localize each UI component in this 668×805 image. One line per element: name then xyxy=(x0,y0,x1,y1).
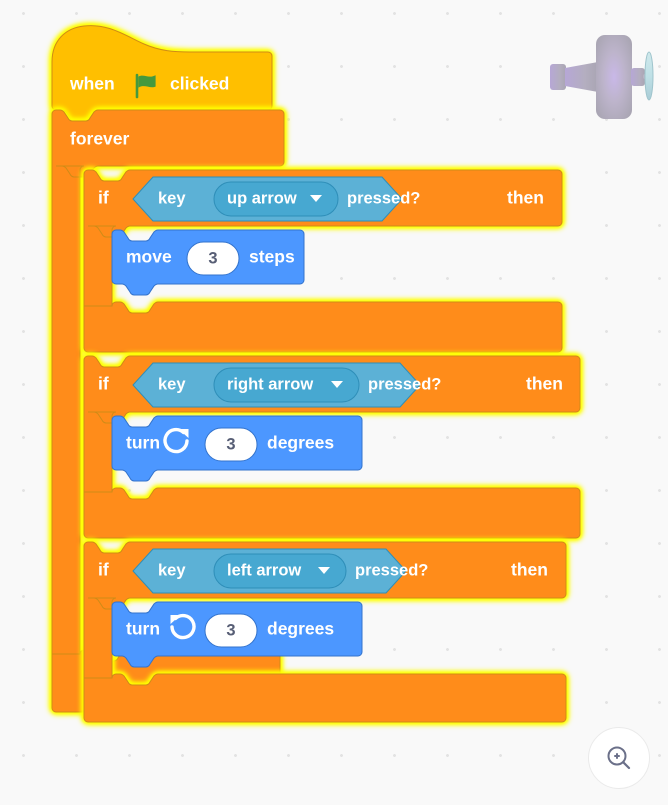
zoom-in-icon xyxy=(607,746,631,770)
turn-right-value: 3 xyxy=(226,435,235,453)
key-dropdown-2[interactable]: right arrow xyxy=(213,367,360,403)
then-label-2: then xyxy=(526,374,563,394)
then-label-1: then xyxy=(507,188,544,208)
turn-right-block[interactable]: turn 3 degrees xyxy=(111,415,363,482)
turn-right-text-before: turn xyxy=(126,433,160,453)
script-svg: when clicked forever if then key up arro… xyxy=(51,25,581,723)
key-dropdown-value-3: left arrow xyxy=(227,561,301,579)
airplane-sprite-svg xyxy=(550,35,654,119)
key-suffix-1: pressed? xyxy=(347,189,420,207)
turn-left-value: 3 xyxy=(226,621,235,639)
then-label-3: then xyxy=(511,560,548,580)
if-label-3: if xyxy=(98,560,109,580)
move-steps-input[interactable]: 3 xyxy=(186,241,240,276)
move-text-before: move xyxy=(126,247,172,267)
turn-left-input[interactable]: 3 xyxy=(204,613,258,648)
key-prefix-2: key xyxy=(158,375,186,393)
hat-text-when: when xyxy=(69,74,115,94)
key-pressed-condition-3[interactable]: key left arrow pressed? xyxy=(132,548,428,594)
move-text-after: steps xyxy=(249,247,295,267)
script-stack[interactable]: when clicked forever if then key up arro… xyxy=(51,22,612,752)
key-prefix-1: key xyxy=(158,189,186,207)
if-label-1: if xyxy=(98,188,109,208)
key-suffix-2: pressed? xyxy=(368,375,441,393)
key-dropdown-3[interactable]: left arrow xyxy=(213,553,347,589)
move-steps-value: 3 xyxy=(208,249,217,267)
key-prefix-3: key xyxy=(158,561,186,579)
turn-left-text-before: turn xyxy=(126,619,160,639)
key-dropdown-value-2: right arrow xyxy=(227,375,313,393)
if-label-2: if xyxy=(98,374,109,394)
zoom-controls xyxy=(588,727,650,789)
airplane-sprite[interactable] xyxy=(548,28,656,128)
key-suffix-3: pressed? xyxy=(355,561,428,579)
key-pressed-condition-2[interactable]: key right arrow pressed? xyxy=(132,362,441,408)
zoom-in-button[interactable] xyxy=(588,727,650,789)
block-workspace-canvas[interactable]: when clicked forever if then key up arro… xyxy=(0,0,668,805)
turn-left-text-after: degrees xyxy=(267,619,334,639)
turn-right-text-after: degrees xyxy=(267,433,334,453)
key-pressed-condition-1[interactable]: key up arrow pressed? xyxy=(132,176,420,222)
forever-label: forever xyxy=(70,129,130,149)
hat-text-clicked: clicked xyxy=(170,74,229,94)
turn-right-input[interactable]: 3 xyxy=(204,427,258,462)
key-dropdown-value-1: up arrow xyxy=(227,189,297,207)
move-steps-block[interactable]: move 3 steps xyxy=(111,229,305,296)
key-dropdown-1[interactable]: up arrow xyxy=(213,181,339,217)
